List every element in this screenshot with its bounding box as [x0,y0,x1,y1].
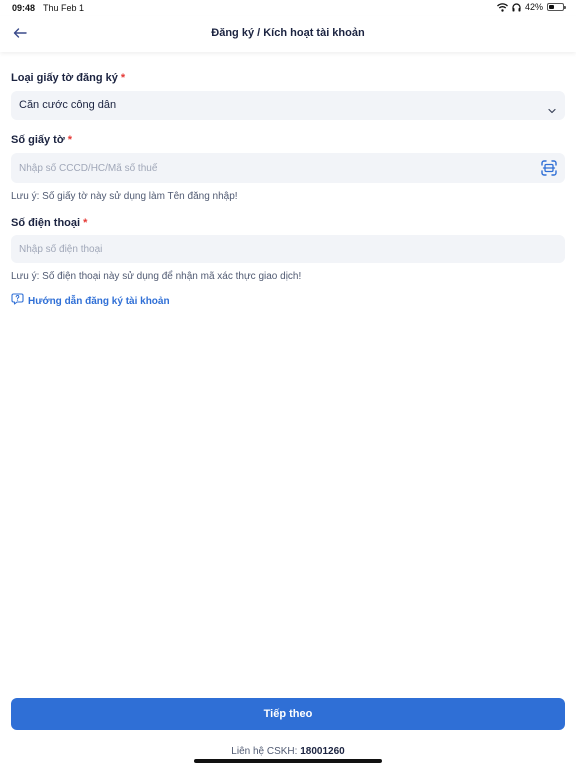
page-title: Đăng ký / Kích hoạt tài khoản [211,27,365,39]
document-type-select[interactable]: Căn cước công dân [11,91,565,120]
document-type-label: Loại giấy tờ đăng ký * [11,72,125,84]
customer-support: Liên hệ CSKH: 18001260 [0,746,576,757]
home-indicator [194,759,382,763]
required-mark: * [120,72,126,84]
registration-guide-text: Hướng dẫn đăng ký tài khoản [28,295,170,307]
battery-icon [547,3,566,11]
registration-guide-link[interactable]: Hướng dẫn đăng ký tài khoản [11,292,170,310]
document-number-note: Lưu ý: Số giấy tờ này sử dụng làm Tên đă… [11,191,238,202]
scan-icon[interactable] [541,160,557,176]
battery-percent: 42% [524,2,543,12]
status-indicators: 42% [497,2,566,12]
app-header: Đăng ký / Kích hoạt tài khoản [0,16,576,52]
phone-note: Lưu ý: Số điện thoại này sử dụng để nhận… [11,271,302,282]
battery-fill [549,5,554,9]
support-phone-link[interactable]: 18001260 [300,746,345,757]
phone-field-box [11,235,565,263]
phone-input[interactable] [11,235,565,263]
chevron-down-icon [548,101,556,119]
document-number-label: Số giấy tờ * [11,134,72,146]
phone-label: Số điện thoại * [11,217,87,229]
headphones-icon [512,2,521,12]
document-number-field-box [11,153,565,183]
required-mark: * [83,217,88,229]
help-chat-icon [11,292,24,310]
wifi-icon [497,2,508,12]
document-number-input[interactable] [11,153,565,183]
status-bar: 09:48 Thu Feb 1 42% [0,0,576,16]
document-number-label-text: Số giấy tờ [11,134,65,146]
required-mark: * [67,134,73,146]
support-label: Liên hệ CSKH: [231,746,298,757]
status-date: Thu Feb 1 [43,3,85,13]
next-button[interactable]: Tiếp theo [11,698,565,730]
document-type-value: Căn cước công dân [19,99,117,111]
status-time: 09:48 [12,3,36,13]
phone-label-text: Số điện thoại [11,217,81,229]
document-type-label-text: Loại giấy tờ đăng ký [11,72,118,84]
